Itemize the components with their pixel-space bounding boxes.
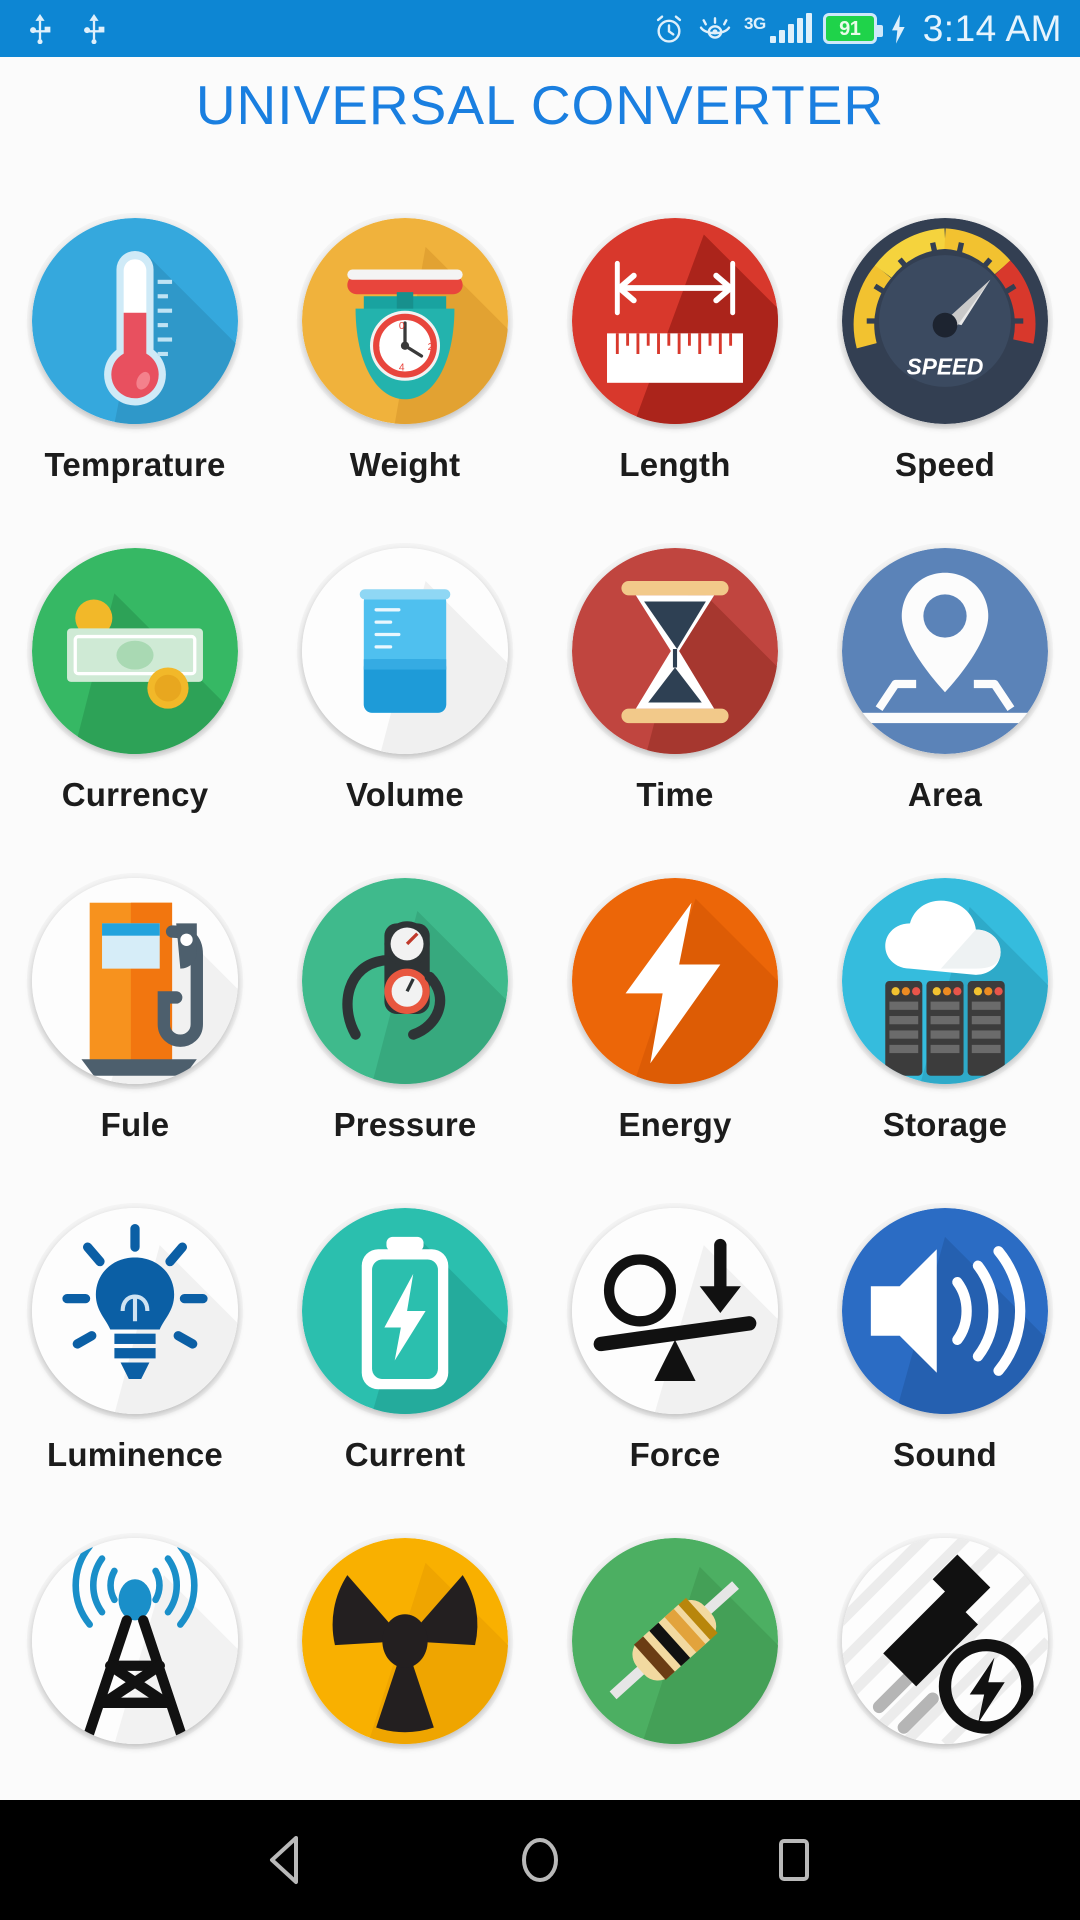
battery-indicator: 91 xyxy=(822,13,883,44)
status-bar: 3G 91 3:14 AM xyxy=(0,0,1080,57)
grid-item-fule[interactable]: Fule xyxy=(0,878,270,1208)
lever-force-icon[interactable] xyxy=(572,1208,778,1414)
grid-item-force[interactable]: Force xyxy=(540,1208,810,1538)
fuel-pump-icon[interactable] xyxy=(32,878,238,1084)
grid-item-temprature[interactable]: Temprature xyxy=(0,218,270,548)
cloud-server-icon[interactable] xyxy=(842,878,1048,1084)
grid-item-label: Force xyxy=(629,1436,721,1473)
grid-item-time[interactable]: Time xyxy=(540,548,810,878)
pressure-gauge-icon[interactable] xyxy=(302,878,508,1084)
status-bar-left xyxy=(26,13,108,44)
grid-item-label: Weight xyxy=(349,446,461,483)
kitchen-scale-icon[interactable]: 0 2 4 6 xyxy=(302,218,508,424)
thermometer-icon[interactable] xyxy=(32,218,238,424)
status-bar-right: 3G 91 3:14 AM xyxy=(652,8,1062,50)
network-type-label: 3G xyxy=(744,13,766,33)
grid-item-area[interactable]: Area xyxy=(810,548,1080,878)
grid-item-storage[interactable]: Storage xyxy=(810,878,1080,1208)
svg-text:0: 0 xyxy=(399,321,405,332)
grid-item-label: Speed xyxy=(894,446,996,483)
grid-item-label: Temprature xyxy=(44,446,226,483)
grid-item-label: Volume xyxy=(346,776,464,813)
eye-icon xyxy=(699,16,731,39)
back-triangle-icon[interactable] xyxy=(254,1828,318,1892)
radiation-icon[interactable] xyxy=(302,1538,508,1744)
svg-text:2: 2 xyxy=(428,342,434,353)
status-bar-clock: 3:14 AM xyxy=(922,7,1062,49)
home-circle-icon[interactable] xyxy=(508,1828,572,1892)
grid-item-speed[interactable]: SPEED Speed xyxy=(810,218,1080,548)
ruler-arrow-icon[interactable] xyxy=(572,218,778,424)
radio-tower-icon[interactable] xyxy=(32,1538,238,1744)
power-plug-icon[interactable] xyxy=(842,1538,1048,1744)
usb-icon xyxy=(30,13,51,44)
recents-square-icon[interactable] xyxy=(762,1828,826,1892)
alarm-clock-icon xyxy=(656,14,682,43)
grid-item-currency[interactable]: Currency xyxy=(0,548,270,878)
grid-item-luminence[interactable]: Luminence xyxy=(0,1208,270,1538)
speaker-waves-icon[interactable] xyxy=(842,1208,1048,1414)
grid-item-label: Area xyxy=(907,776,983,813)
page-title: UNIVERSAL CONVERTER xyxy=(195,74,885,136)
grid-item-energy[interactable]: Energy xyxy=(540,878,810,1208)
app-screen: 3G 91 3:14 AM UNIVERSAL CONVERTER Tempra… xyxy=(0,0,1080,1920)
grid-item-sound[interactable]: Sound xyxy=(810,1208,1080,1538)
signal-bars-icon xyxy=(769,12,812,43)
hourglass-icon[interactable] xyxy=(572,548,778,754)
grid-item-label: Storage xyxy=(882,1106,1008,1143)
svg-text:SPEED: SPEED xyxy=(907,354,984,380)
svg-text:4: 4 xyxy=(399,362,405,373)
speedometer-icon[interactable]: SPEED xyxy=(842,218,1048,424)
grid-item-label: Fule xyxy=(100,1106,170,1143)
grid-item-label: Pressure xyxy=(333,1106,477,1143)
grid-item-current[interactable]: Current xyxy=(270,1208,540,1538)
beaker-icon[interactable] xyxy=(302,548,508,754)
grid-item-label: Currency xyxy=(61,776,209,813)
usb-icon xyxy=(84,13,105,44)
converter-grid: Temprature 0 2 4 6 Weight Length SPEED Sp… xyxy=(0,218,1080,1744)
grid-item-label: Luminence xyxy=(46,1436,223,1473)
grid-item-label: Current xyxy=(344,1436,466,1473)
map-pin-icon[interactable] xyxy=(842,548,1048,754)
grid-item-volume[interactable]: Volume xyxy=(270,548,540,878)
grid-item-label: Length xyxy=(619,446,731,483)
grid-item-label: Sound xyxy=(893,1436,997,1473)
svg-text:6: 6 xyxy=(374,342,380,353)
resistor-icon[interactable] xyxy=(572,1538,778,1744)
grid-item-label: Time xyxy=(636,776,714,813)
charging-bolt-icon xyxy=(891,13,905,44)
battery-level-label: 91 xyxy=(839,17,861,40)
grid-item-weight[interactable]: 0 2 4 6 Weight xyxy=(270,218,540,548)
battery-bolt-icon[interactable] xyxy=(302,1208,508,1414)
grid-item-pressure[interactable]: Pressure xyxy=(270,878,540,1208)
lightning-bolt-icon[interactable] xyxy=(572,878,778,1084)
light-bulb-icon[interactable] xyxy=(32,1208,238,1414)
grid-item-length[interactable]: Length xyxy=(540,218,810,548)
banknote-icon[interactable] xyxy=(32,548,238,754)
android-nav-bar xyxy=(0,1800,1080,1920)
grid-item-label: Energy xyxy=(618,1106,732,1143)
